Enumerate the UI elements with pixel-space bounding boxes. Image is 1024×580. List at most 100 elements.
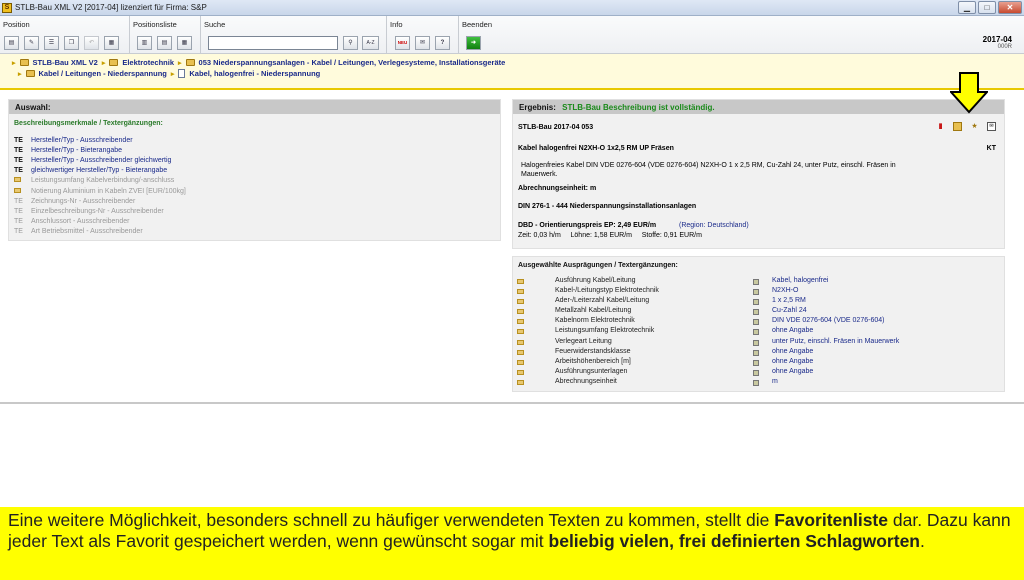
edit-icon[interactable] [753, 359, 759, 366]
red-flag-icon[interactable]: ▮ [936, 122, 945, 131]
breadcrumb-arrow-icon: ▸ [18, 70, 22, 78]
time-cost-line: Zeit: 0,03 h/m Löhne: 1,58 EUR/m Stoffe:… [518, 232, 702, 239]
breadcrumb-arrow-icon: ▸ [12, 59, 16, 67]
breadcrumb-arrow-icon: ▸ [170, 70, 175, 78]
row-label: Ader-/Leiterzahl Kabel/Leitung [555, 297, 650, 305]
list-add-icon[interactable]: ▤ [157, 36, 172, 50]
table-row[interactable]: Ader-/Leiterzahl Kabel/Leitung 1 x 2,5 RM [517, 297, 997, 307]
row-value[interactable]: Kabel, halogenfrei [772, 277, 828, 284]
caption-bold-1: Favoritenliste [774, 510, 888, 530]
exit-icon[interactable]: ➜ [466, 36, 481, 50]
result-actions: ▮ ★ ✉ [936, 122, 996, 131]
selected-values-panel: Ausgewählte Ausprägungen / Textergänzung… [512, 256, 1005, 392]
row-label: Feuerwiderstandsklasse [555, 347, 631, 355]
row-value[interactable]: ohne Angabe [772, 368, 813, 375]
edit-icon[interactable] [753, 369, 759, 376]
item-label: gleichwertiger Hersteller/Typ - Bieteran… [31, 167, 168, 175]
table-row[interactable]: Arbeitshöhenbereich [m] ohne Angabe [517, 358, 997, 368]
row-value[interactable]: unter Putz, einschl. Fräsen in Mauerwerk [772, 338, 899, 345]
table-row[interactable]: Feuerwiderstandsklasse ohne Angabe [517, 348, 997, 358]
maximize-button[interactable]: □ [978, 1, 996, 14]
version-sub-label: 000R [997, 44, 1012, 50]
selection-panel: Auswahl: Beschreibungsmerkmale / Texterg… [8, 99, 501, 241]
breadcrumb: ▸ STLB-Bau XML V2 ▸ Elektrotechnik ▸ 053… [0, 54, 1024, 90]
table-row[interactable]: Kabel-/Leitungstyp Elektrotechnik N2XH-O [517, 287, 997, 297]
edit-position-icon[interactable]: ✎ [24, 36, 39, 50]
list-item[interactable]: TE Hersteller/Typ - Ausschreibender [14, 135, 186, 145]
version-label: 2017-04 [982, 35, 1012, 44]
edit-icon[interactable] [753, 279, 759, 285]
folder-icon [517, 379, 524, 385]
list-open-icon[interactable]: ▥ [137, 36, 152, 50]
folder-icon [517, 329, 524, 335]
item-tag: TE [14, 146, 23, 154]
breadcrumb-item-kabel-leitungen[interactable]: Kabel / Leitungen - Niederspannung [39, 69, 167, 78]
new-position-icon[interactable]: ▤ [4, 36, 19, 50]
folder-icon [109, 59, 119, 66]
row-value[interactable]: ohne Angabe [772, 348, 813, 355]
table-row[interactable]: Kabelnorm Elektrotechnik DIN VDE 0276-604… [517, 317, 997, 327]
item-tag: TE [14, 197, 23, 205]
breadcrumb-item-kabel-halogenfrei[interactable]: Kabel, halogenfrei - Niederspannung [189, 69, 320, 78]
minimize-button[interactable]: ▁ [958, 1, 976, 14]
list-item: TE Zeichnungs-Nr - Ausschreibender [14, 196, 186, 206]
binoculars-search-icon[interactable]: ⚲ [343, 36, 358, 50]
mail-icon[interactable]: ✉ [987, 122, 996, 131]
table-row[interactable]: Ausführungsunterlagen ohne Angabe [517, 368, 997, 378]
list-print-icon[interactable]: ▦ [177, 36, 192, 50]
row-value[interactable]: N2XH-O [772, 287, 798, 294]
result-panel: Ergebnis: STLB-Bau Beschreibung ist voll… [512, 99, 1005, 249]
list-item[interactable]: TE gleichwertiger Hersteller/Typ - Bieter… [14, 166, 186, 176]
edit-icon[interactable] [753, 319, 759, 326]
edit-icon[interactable] [753, 349, 759, 356]
list-position-icon[interactable]: ☰ [44, 36, 59, 50]
row-value[interactable]: 1 x 2,5 RM [772, 297, 806, 304]
row-value[interactable]: m [772, 378, 778, 385]
list-item[interactable]: TE Hersteller/Typ - Ausschreibender gleic… [14, 155, 186, 165]
edit-icon[interactable] [753, 289, 759, 296]
folder-icon [517, 359, 524, 365]
edit-icon[interactable] [753, 299, 759, 306]
row-value[interactable]: ohne Angabe [772, 327, 813, 334]
az-search-button[interactable]: A-Z [362, 36, 379, 50]
news-button[interactable]: NEU [395, 36, 410, 50]
description-line-2: Mauerwerk. [521, 171, 558, 178]
close-button[interactable]: ✕ [998, 1, 1022, 14]
folder-icon [517, 319, 524, 325]
row-value[interactable]: Cu-Zahl 24 [772, 307, 807, 314]
list-item[interactable]: TE Hersteller/Typ - Bieterangabe [14, 145, 186, 155]
help-icon[interactable]: ? [435, 36, 450, 50]
edit-icon[interactable] [753, 329, 759, 336]
row-label: Kabel-/Leitungstyp Elektrotechnik [555, 287, 659, 295]
breadcrumb-item-elektrotechnik[interactable]: Elektrotechnik [122, 58, 174, 67]
delete-position-icon[interactable]: ▦ [104, 36, 119, 50]
table-row[interactable]: Verlegeart Leitung unter Putz, einschl. F… [517, 338, 997, 348]
edit-icon[interactable] [753, 309, 759, 316]
row-label: Metallzahl Kabel/Leitung [555, 307, 632, 315]
edit-icon[interactable] [753, 379, 759, 386]
selected-values-list: Ausführung Kabel/Leitung Kabel, halogenfr… [517, 277, 997, 388]
table-row[interactable]: Ausführung Kabel/Leitung Kabel, halogenfr… [517, 277, 997, 287]
table-row[interactable]: Abrechnungseinheit m [517, 378, 997, 388]
table-row[interactable]: Leistungsumfang Elektrotechnik ohne Angab… [517, 327, 997, 337]
group-label-beenden: Beenden [462, 20, 493, 29]
item-tag: TE [14, 167, 23, 175]
selection-panel-title: Auswahl: [9, 100, 500, 114]
undo-position-icon[interactable]: ↶ [84, 36, 99, 50]
table-row[interactable]: Metallzahl Kabel/Leitung Cu-Zahl 24 [517, 307, 997, 317]
copy-position-icon[interactable]: ❐ [64, 36, 79, 50]
folder-icon [517, 369, 524, 375]
search-input[interactable] [208, 36, 338, 50]
breadcrumb-row-2: ▸ Kabel / Leitungen - Niederspannung ▸ K… [18, 68, 320, 79]
row-value[interactable]: ohne Angabe [772, 358, 813, 365]
favorite-star-icon[interactable]: ★ [970, 122, 979, 131]
item-folder-icon [14, 187, 31, 195]
edit-icon[interactable] [753, 339, 759, 346]
mail-icon[interactable]: ✉ [415, 36, 430, 50]
breadcrumb-item-053[interactable]: 053 Niederspannungsanlagen - Kabel / Lei… [199, 58, 506, 67]
folder-icon[interactable] [953, 122, 962, 131]
breadcrumb-item-root[interactable]: STLB-Bau XML V2 [33, 58, 98, 67]
row-value[interactable]: DIN VDE 0276-604 (VDE 0276-604) [772, 317, 884, 324]
item-tag: TE [14, 228, 23, 236]
list-item: TE Art Betriebsmittel - Ausschreibender [14, 227, 186, 237]
